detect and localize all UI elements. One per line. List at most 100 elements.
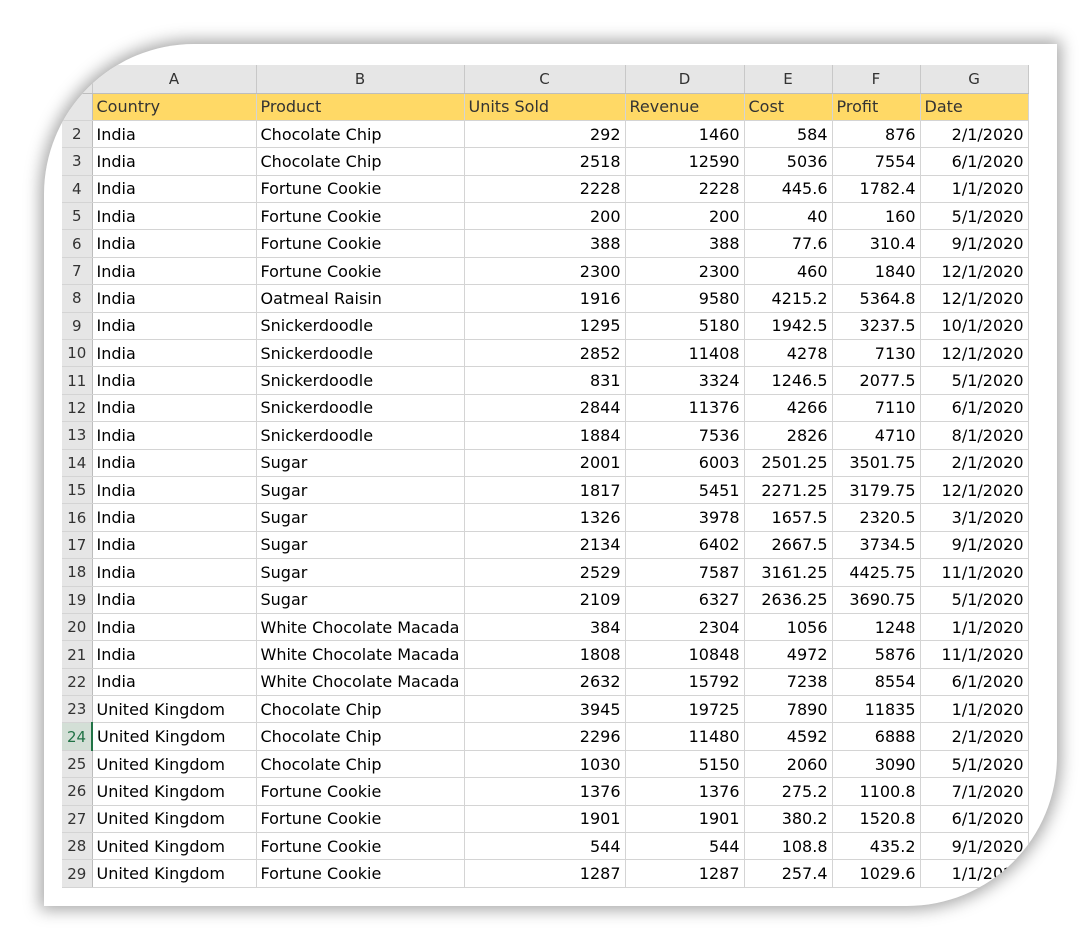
row-header[interactable]: 25: [62, 750, 93, 779]
cell[interactable]: 544: [464, 832, 626, 861]
cell[interactable]: 11835: [832, 695, 921, 724]
cell[interactable]: 1248: [832, 613, 921, 642]
cell[interactable]: Sugar: [256, 503, 465, 532]
cell[interactable]: 1916: [464, 284, 626, 313]
row-header[interactable]: 23: [62, 695, 93, 724]
row-header[interactable]: 15: [62, 476, 93, 505]
cell[interactable]: 7130: [832, 339, 921, 368]
cell[interactable]: India: [92, 449, 257, 477]
cell[interactable]: 3161.25: [744, 558, 833, 587]
cell[interactable]: India: [92, 613, 257, 642]
cell[interactable]: 12/1/2020: [920, 476, 1029, 505]
cell[interactable]: 1782.4: [832, 175, 921, 204]
cell[interactable]: India: [92, 421, 257, 450]
cell[interactable]: 1376: [464, 777, 626, 806]
column-header-e[interactable]: E: [744, 65, 833, 94]
cell[interactable]: 6888: [832, 722, 921, 751]
cell[interactable]: 1/1/2020: [920, 859, 1029, 888]
cell[interactable]: 10/1/2020: [920, 312, 1029, 341]
row-header[interactable]: 22: [62, 668, 93, 697]
cell[interactable]: 3690.75: [832, 586, 921, 614]
cell[interactable]: 15792: [625, 668, 745, 697]
header-cell[interactable]: Cost: [744, 93, 833, 121]
cell[interactable]: 2077.5: [832, 366, 921, 395]
cell[interactable]: 5451: [625, 476, 745, 505]
cell[interactable]: 6003: [625, 449, 745, 477]
cell[interactable]: 10848: [625, 640, 745, 669]
cell[interactable]: 11480: [625, 722, 745, 751]
cell[interactable]: 108.8: [744, 832, 833, 861]
cell[interactable]: 11/1/2020: [920, 640, 1029, 669]
select-all-corner[interactable]: [62, 65, 93, 94]
column-header-b[interactable]: B: [256, 65, 465, 94]
cell[interactable]: India: [92, 339, 257, 368]
row-header[interactable]: 3: [62, 147, 93, 176]
cell[interactable]: 3978: [625, 503, 745, 532]
cell[interactable]: 2001: [464, 449, 626, 477]
cell[interactable]: 3179.75: [832, 476, 921, 505]
cell[interactable]: 1884: [464, 421, 626, 450]
cell[interactable]: Fortune Cookie: [256, 805, 465, 834]
cell[interactable]: 3237.5: [832, 312, 921, 341]
row-header[interactable]: 19: [62, 586, 93, 614]
cell[interactable]: Fortune Cookie: [256, 202, 465, 231]
cell[interactable]: 2632: [464, 668, 626, 697]
cell[interactable]: 6402: [625, 531, 745, 560]
cell[interactable]: 544: [625, 832, 745, 861]
row-header[interactable]: 5: [62, 202, 93, 231]
row-header[interactable]: 11: [62, 366, 93, 395]
cell[interactable]: India: [92, 312, 257, 341]
row-header[interactable]: 6: [62, 229, 93, 258]
cell[interactable]: 2518: [464, 147, 626, 176]
cell[interactable]: 12/1/2020: [920, 257, 1029, 286]
cell[interactable]: 2852: [464, 339, 626, 368]
cell[interactable]: India: [92, 531, 257, 560]
cell[interactable]: 435.2: [832, 832, 921, 861]
row-header[interactable]: 17: [62, 531, 93, 560]
cell[interactable]: Snickerdoodle: [256, 366, 465, 395]
cell[interactable]: 3945: [464, 695, 626, 724]
row-header[interactable]: 2: [62, 120, 93, 149]
cell[interactable]: 2109: [464, 586, 626, 614]
cell[interactable]: 1840: [832, 257, 921, 286]
column-header-d[interactable]: D: [625, 65, 745, 94]
cell[interactable]: Fortune Cookie: [256, 257, 465, 286]
cell[interactable]: 9/1/2020: [920, 229, 1029, 258]
row-header[interactable]: 12: [62, 394, 93, 423]
cell[interactable]: Sugar: [256, 476, 465, 505]
column-header-f[interactable]: F: [832, 65, 921, 94]
cell[interactable]: 2228: [464, 175, 626, 204]
cell[interactable]: 12590: [625, 147, 745, 176]
cell[interactable]: India: [92, 640, 257, 669]
cell[interactable]: 8/1/2020: [920, 421, 1029, 450]
cell[interactable]: 4972: [744, 640, 833, 669]
cell[interactable]: 77.6: [744, 229, 833, 258]
header-cell[interactable]: Profit: [832, 93, 921, 121]
cell[interactable]: 6327: [625, 586, 745, 614]
cell[interactable]: 2296: [464, 722, 626, 751]
cell[interactable]: 9/1/2020: [920, 531, 1029, 560]
cell[interactable]: United Kingdom: [92, 859, 257, 888]
header-cell[interactable]: Revenue: [625, 93, 745, 121]
cell[interactable]: 4278: [744, 339, 833, 368]
column-header-c[interactable]: C: [464, 65, 626, 94]
cell[interactable]: Sugar: [256, 449, 465, 477]
cell[interactable]: 2300: [464, 257, 626, 286]
row-header[interactable]: 24: [62, 722, 93, 751]
cell[interactable]: 876: [832, 120, 921, 149]
cell[interactable]: 7554: [832, 147, 921, 176]
cell[interactable]: 257.4: [744, 859, 833, 888]
row-header[interactable]: 28: [62, 832, 93, 861]
row-header[interactable]: 4: [62, 175, 93, 204]
cell[interactable]: 4215.2: [744, 284, 833, 313]
cell[interactable]: 5036: [744, 147, 833, 176]
row-header[interactable]: 18: [62, 558, 93, 587]
cell[interactable]: 2/1/2020: [920, 722, 1029, 751]
cell[interactable]: 7238: [744, 668, 833, 697]
cell[interactable]: White Chocolate Macada: [256, 613, 465, 642]
cell[interactable]: 200: [464, 202, 626, 231]
cell[interactable]: 1817: [464, 476, 626, 505]
row-header[interactable]: 26: [62, 777, 93, 806]
row-header[interactable]: 9: [62, 312, 93, 341]
cell[interactable]: 5/1/2020: [920, 586, 1029, 614]
